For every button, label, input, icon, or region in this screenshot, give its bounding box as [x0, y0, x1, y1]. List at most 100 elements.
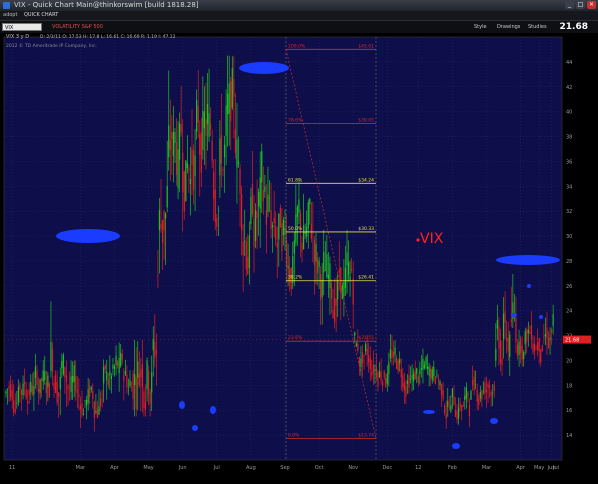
highlight-marker — [210, 406, 216, 414]
maximize-button[interactable]: □ — [576, 1, 585, 9]
candle-body — [543, 337, 545, 339]
candle-body — [59, 377, 61, 390]
fib-level-label: 50.0% — [288, 226, 303, 232]
candle-body — [475, 384, 477, 386]
style-button[interactable]: Style — [474, 23, 487, 31]
candle-body — [423, 364, 426, 369]
candle-body — [402, 374, 404, 388]
candle-body — [30, 381, 32, 393]
candle-body — [20, 390, 23, 395]
candle-body — [146, 360, 148, 390]
candle-body — [123, 375, 125, 381]
candle-body — [183, 171, 185, 212]
candle-body — [67, 386, 69, 389]
candle-body — [510, 319, 512, 323]
x-tick-label: May — [143, 465, 153, 471]
candle-body — [440, 384, 443, 395]
y-tick-label: 40 — [566, 110, 572, 116]
candle-body — [17, 386, 19, 402]
candle-body — [130, 390, 133, 392]
candle-body — [172, 131, 174, 156]
candle-body — [541, 345, 543, 351]
candle-body — [430, 368, 432, 378]
candle-body — [453, 396, 455, 405]
candle-body — [182, 152, 184, 193]
vix-chart[interactable]: 1416182022242628303234363840424411MarApr… — [0, 33, 598, 480]
candle-body — [197, 105, 199, 123]
candle-body — [72, 376, 74, 383]
candle-body — [143, 391, 145, 408]
candle-body — [506, 337, 508, 342]
candle-body — [237, 161, 240, 164]
candle-body — [422, 358, 424, 370]
candle-body — [458, 407, 460, 419]
minimize-button[interactable]: _ — [565, 1, 574, 9]
highlight-marker — [179, 401, 185, 409]
candle-body — [268, 198, 271, 199]
candle-body — [310, 224, 312, 239]
fib-price-label: $30.33 — [358, 226, 374, 232]
candle-body — [103, 367, 105, 384]
y-tick-label: 20 — [566, 358, 572, 364]
candle-body — [473, 376, 475, 391]
candle-body — [180, 124, 182, 133]
candle-body — [529, 332, 531, 334]
candle-body — [248, 235, 250, 269]
candle-body — [47, 375, 49, 388]
candle-body — [154, 342, 156, 359]
candle-body — [526, 329, 528, 342]
candle-body — [537, 342, 539, 351]
candle-body — [540, 349, 542, 363]
adopt-link[interactable]: adopt — [3, 11, 17, 20]
candle-body — [120, 352, 122, 367]
candle-body — [137, 361, 139, 378]
candle-body — [516, 344, 519, 356]
y-tick-label: 32 — [566, 209, 572, 215]
candle-body — [92, 390, 94, 400]
candle-body — [509, 334, 511, 357]
chart-area[interactable]: 1416182022242628303234363840424411MarApr… — [0, 33, 598, 480]
candle-body — [383, 371, 385, 378]
candle-body — [33, 386, 35, 395]
candle-body — [363, 355, 365, 357]
x-tick-label: 11 — [9, 465, 15, 471]
studies-button[interactable]: Studies — [528, 23, 547, 31]
x-tick-label: Oct — [315, 465, 324, 471]
candle-body — [431, 369, 433, 380]
candle-body — [175, 141, 178, 175]
candle-body — [256, 211, 258, 219]
candle-body — [478, 398, 480, 406]
candle-body — [388, 362, 390, 375]
candle-body — [13, 400, 15, 414]
candle-body — [419, 370, 421, 375]
toolbar: adopt QUICK CHART — [0, 11, 598, 21]
candle-body — [31, 385, 33, 395]
candle-body — [338, 269, 340, 274]
drawings-button[interactable]: Drawings — [497, 23, 520, 31]
candle-body — [96, 408, 99, 418]
candle-body — [117, 361, 119, 366]
candle-body — [397, 360, 399, 371]
candle-body — [515, 317, 517, 342]
candle-body — [535, 348, 537, 350]
candle-body — [189, 178, 192, 185]
candle-body — [301, 242, 303, 252]
candle-body — [312, 233, 314, 234]
candle-body — [436, 374, 438, 376]
candle-body — [330, 283, 333, 299]
symbol-input[interactable]: VIX — [2, 23, 42, 31]
candle-body — [216, 218, 218, 228]
candle-body — [115, 355, 117, 365]
candle-body — [11, 389, 13, 401]
fib-price-label: $45.01 — [358, 43, 374, 49]
candle-body — [48, 383, 50, 398]
candle-body — [211, 140, 213, 161]
candle-body — [464, 395, 466, 401]
candle-body — [447, 400, 449, 408]
candle-body — [448, 407, 450, 408]
candle-body — [185, 160, 187, 201]
x-tick-label: Nov — [348, 465, 358, 471]
close-button[interactable]: × — [587, 1, 596, 9]
candle-body — [227, 93, 229, 115]
symbol-row: VIX VOLATILITY S&P 500 Style Drawings St… — [0, 21, 598, 33]
